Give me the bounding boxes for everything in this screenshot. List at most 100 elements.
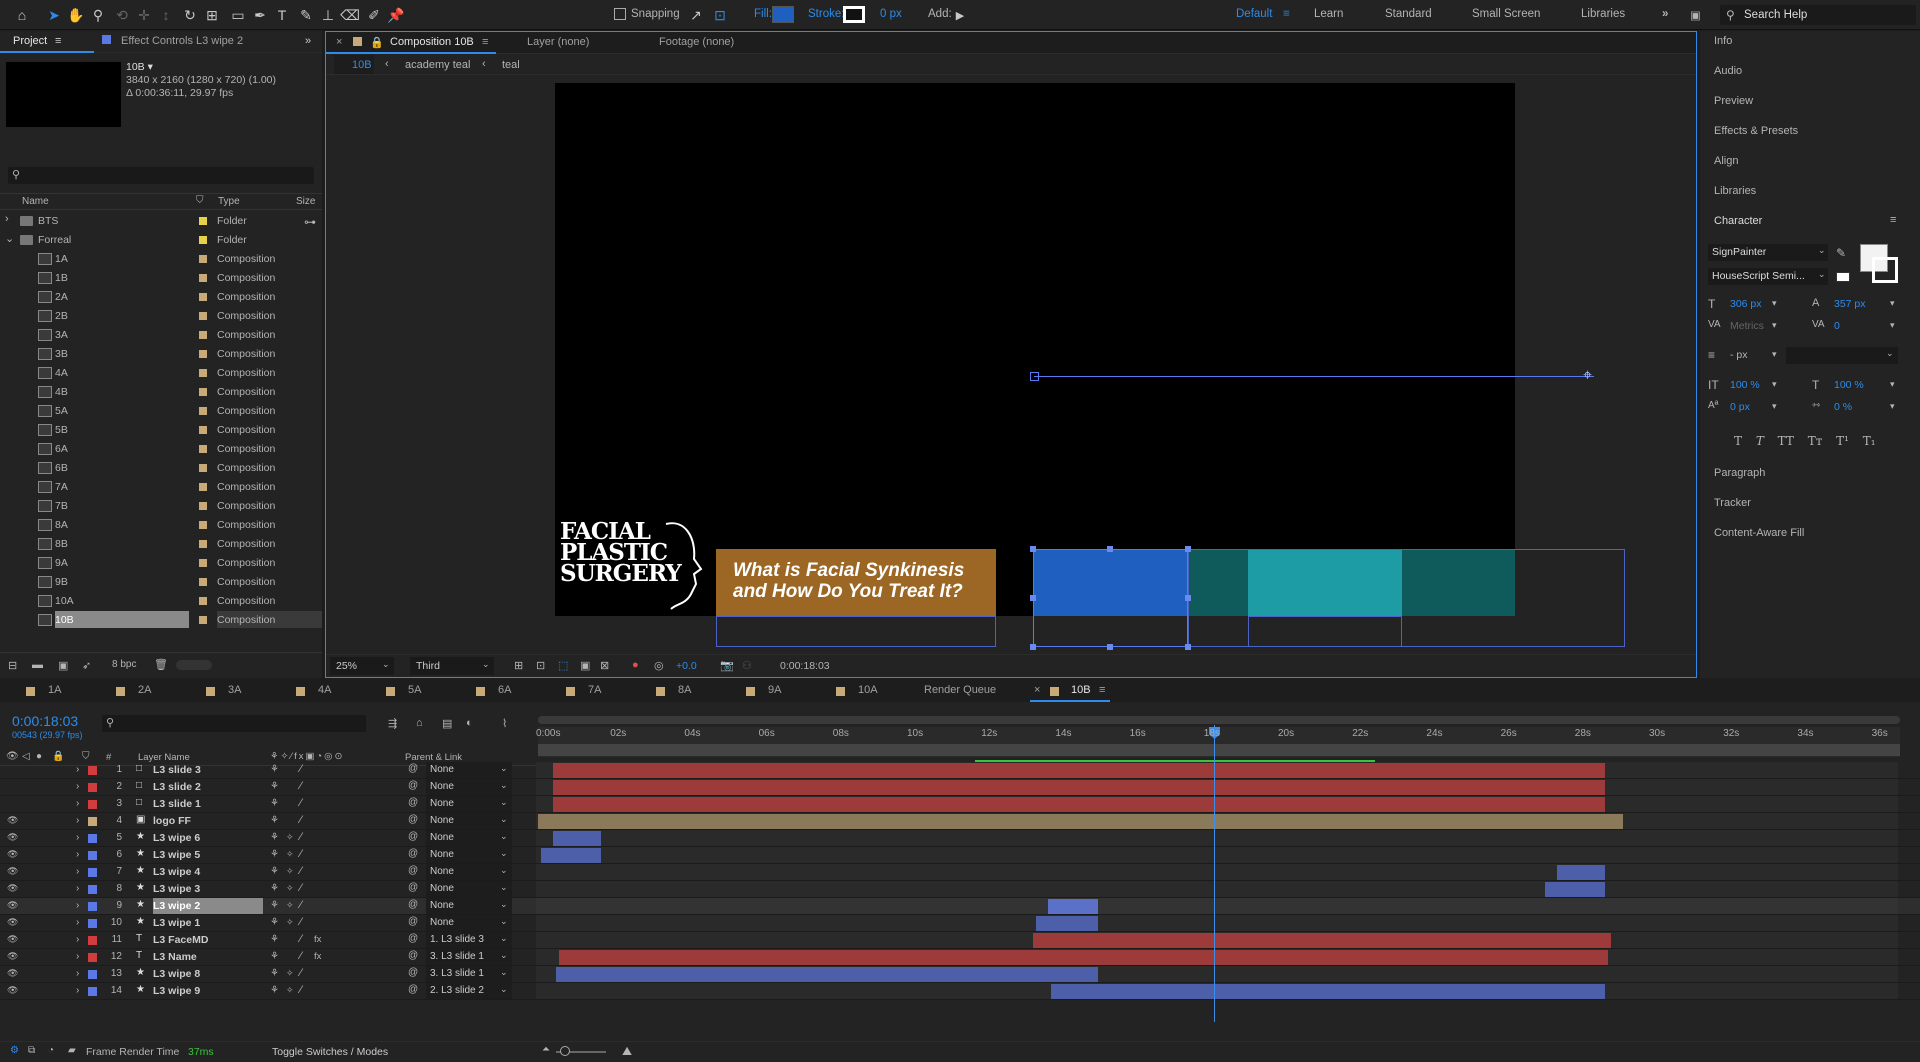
layer-duration-bar[interactable] — [538, 814, 1623, 829]
layer-name[interactable]: L3 wipe 6 — [153, 830, 263, 846]
clone-stamp-icon[interactable]: ⊥ — [318, 5, 338, 25]
render-switches-icon[interactable]: ⚙ — [10, 1045, 19, 1056]
layer-name[interactable]: L3 slide 2 — [153, 779, 263, 795]
project-item[interactable]: 7A Composition — [0, 478, 322, 497]
pick-whip-icon[interactable]: @ — [408, 882, 418, 893]
work-area-bar[interactable] — [538, 716, 1900, 724]
parent-dropdown[interactable]: None ⌄ — [426, 796, 512, 812]
pick-whip-icon[interactable]: @ — [408, 831, 418, 842]
workspace-small-screen[interactable]: Small Screen — [1472, 8, 1540, 20]
vertical-scale-value[interactable]: 100 % — [1730, 379, 1760, 391]
adjust-project-icon[interactable]: ➶ — [82, 659, 91, 672]
project-item-name[interactable]: 10B ▾ — [126, 61, 153, 73]
pick-whip-icon[interactable]: @ — [408, 950, 418, 961]
col-size[interactable]: Size — [296, 196, 315, 207]
kerning-value[interactable]: Metrics — [1730, 320, 1764, 332]
comp-timecode[interactable]: 0:00:18:03 — [780, 660, 830, 672]
parent-dropdown[interactable]: 2. L3 slide 2 ⌄ — [426, 983, 512, 999]
quality-switch-icon[interactable]: ⁄ — [300, 916, 302, 928]
new-comp-icon[interactable]: ▣ — [58, 659, 68, 672]
timeline-tab[interactable]: 2A — [138, 684, 151, 696]
transform-handle[interactable] — [1185, 546, 1191, 552]
breadcrumb-academy-teal[interactable]: academy teal — [405, 59, 470, 71]
layer-row[interactable]: 👁 › 13 ★ L3 wipe 8 ⚘ ✧ ⁄ @ 3. L3 slide 1 ⌄ — [0, 966, 1920, 983]
project-item[interactable]: 3A Composition — [0, 326, 322, 345]
project-item[interactable]: 5B Composition — [0, 421, 322, 440]
parent-dropdown[interactable]: None ⌄ — [426, 847, 512, 863]
collapse-switch-icon[interactable]: ✧ — [286, 985, 294, 996]
grid-toggle-icon[interactable]: ⊞ — [514, 659, 523, 672]
horizontal-scale-value[interactable]: 100 % — [1834, 379, 1864, 391]
label-color-swatch[interactable] — [199, 331, 207, 339]
expand-arrow-icon[interactable]: ⌄ — [5, 232, 14, 245]
breadcrumb-teal[interactable]: teal — [502, 59, 520, 71]
expand-arrow-icon[interactable]: › — [76, 832, 79, 843]
playhead[interactable] — [1214, 725, 1215, 1022]
show-snapshot-icon[interactable]: ⚇ — [742, 659, 752, 672]
pick-whip-icon[interactable]: @ — [408, 814, 418, 825]
zoom-out-icon[interactable]: ⏶ — [542, 1044, 550, 1055]
layer-duration-bar[interactable] — [1032, 933, 1611, 948]
collapse-switch-icon[interactable]: ✧ — [286, 849, 294, 860]
motion-blur-icon[interactable]: ◐ — [466, 717, 473, 729]
eye-icon[interactable]: 👁 — [7, 832, 18, 843]
parent-dropdown[interactable]: None ⌄ — [426, 915, 512, 931]
label-color-swatch[interactable] — [199, 407, 207, 415]
project-item[interactable]: 4A Composition — [0, 364, 322, 383]
quality-switch-icon[interactable]: ⁄ — [300, 950, 302, 962]
expand-arrow-icon[interactable]: › — [76, 951, 79, 962]
home-icon[interactable]: ⌂ — [12, 5, 32, 25]
layer-name[interactable]: L3 slide 3 — [153, 762, 263, 778]
label-color-swatch[interactable] — [199, 274, 207, 282]
font-family-dropdown[interactable]: SignPainter ⌄ — [1708, 244, 1828, 261]
pick-whip-icon[interactable]: @ — [408, 984, 418, 995]
timeline-tab[interactable]: 10A — [858, 684, 878, 696]
project-item[interactable]: 8A Composition — [0, 516, 322, 535]
label-color-swatch[interactable] — [199, 255, 207, 263]
layer-duration-bar[interactable] — [1035, 916, 1099, 931]
shy-switch-icon[interactable]: ⚘ — [270, 883, 279, 894]
parent-dropdown[interactable]: None ⌄ — [426, 813, 512, 829]
layer-duration-bar[interactable] — [552, 780, 1605, 795]
quality-switch-icon[interactable]: ⁄ — [300, 933, 302, 945]
tab-active-10b[interactable]: 10B — [1071, 684, 1091, 696]
label-color-swatch[interactable] — [199, 445, 207, 453]
collapse-switch-icon[interactable]: ✧ — [286, 883, 294, 894]
label-color-swatch[interactable] — [199, 312, 207, 320]
project-item[interactable]: 5A Composition — [0, 402, 322, 421]
timeline-tab[interactable]: 4A — [318, 684, 331, 696]
eye-icon[interactable]: 👁 — [7, 900, 18, 911]
tab-effect-controls[interactable]: Effect Controls L3 wipe 2 — [121, 35, 243, 47]
new-folder-icon[interactable]: ▬ — [32, 659, 43, 671]
pick-whip-icon[interactable]: @ — [408, 865, 418, 876]
zoom-tool-icon[interactable]: ⚲ — [88, 5, 108, 25]
layer-duration-bar[interactable] — [552, 797, 1605, 812]
layer-duration-bar[interactable] — [1050, 984, 1605, 999]
info-panel[interactable]: Info — [1714, 35, 1732, 47]
layer-name[interactable]: L3 wipe 3 — [153, 881, 263, 897]
stroke-color-swatch[interactable] — [1872, 257, 1898, 283]
character-menu-icon[interactable]: ≡ — [1890, 214, 1896, 226]
tracker-panel[interactable]: Tracker — [1714, 497, 1751, 509]
pick-whip-icon[interactable]: @ — [408, 797, 418, 808]
add-menu-icon[interactable]: ▶ — [950, 5, 970, 25]
layer-name[interactable]: L3 wipe 2 — [153, 898, 263, 914]
character-panel-title[interactable]: Character — [1714, 215, 1762, 227]
label-color-swatch[interactable] — [199, 483, 207, 491]
layer-label-color[interactable] — [88, 834, 97, 843]
expand-arrow-icon[interactable]: › — [76, 968, 79, 979]
snapping-checkbox[interactable] — [614, 8, 626, 20]
shy-switch-icon[interactable]: ⚘ — [270, 849, 279, 860]
tab-composition[interactable]: Composition 10B — [390, 36, 474, 48]
project-item[interactable]: 9B Composition — [0, 573, 322, 592]
zoom-dropdown[interactable]: 25% ⌄ — [330, 657, 394, 675]
pan-camera-icon[interactable]: ✛ — [134, 5, 154, 25]
label-color-swatch[interactable] — [199, 369, 207, 377]
expand-layer-icon[interactable]: ⧉ — [28, 1045, 35, 1056]
lock-icon[interactable]: 🔒 — [370, 36, 384, 49]
workspace-default[interactable]: Default — [1236, 8, 1272, 20]
comp-mini-flowchart-icon[interactable]: ⇶ — [388, 717, 397, 730]
layer-row[interactable]: 👁 › 14 ★ L3 wipe 9 ⚘ ✧ ⁄ @ 2. L3 slide 2 ⌄ — [0, 983, 1920, 1000]
dolly-camera-icon[interactable]: ↕ — [156, 5, 176, 25]
layer-row[interactable]: 👁 › 5 ★ L3 wipe 6 ⚘ ✧ ⁄ @ None ⌄ — [0, 830, 1920, 847]
